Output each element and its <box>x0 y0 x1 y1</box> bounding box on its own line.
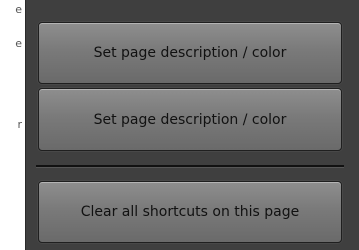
edge-glyph-top-1: e <box>15 3 22 16</box>
left-edge-strip: e e r <box>0 0 24 250</box>
set-page-description-color-button-1[interactable]: Set page description / color <box>38 22 342 84</box>
clear-all-shortcuts-button[interactable]: Clear all shortcuts on this page <box>38 181 342 243</box>
set-page-description-color-label-1: Set page description / color <box>93 45 287 61</box>
edge-glyph-middle: r <box>17 118 22 131</box>
edge-glyph-top-2: e <box>15 37 22 50</box>
shortcut-panel: Set page description / color Set page de… <box>25 0 359 250</box>
set-page-description-color-button-2[interactable]: Set page description / color <box>38 88 342 151</box>
clear-all-shortcuts-label: Clear all shortcuts on this page <box>80 204 300 220</box>
section-divider <box>36 165 344 168</box>
set-page-description-color-label-2: Set page description / color <box>93 111 287 128</box>
